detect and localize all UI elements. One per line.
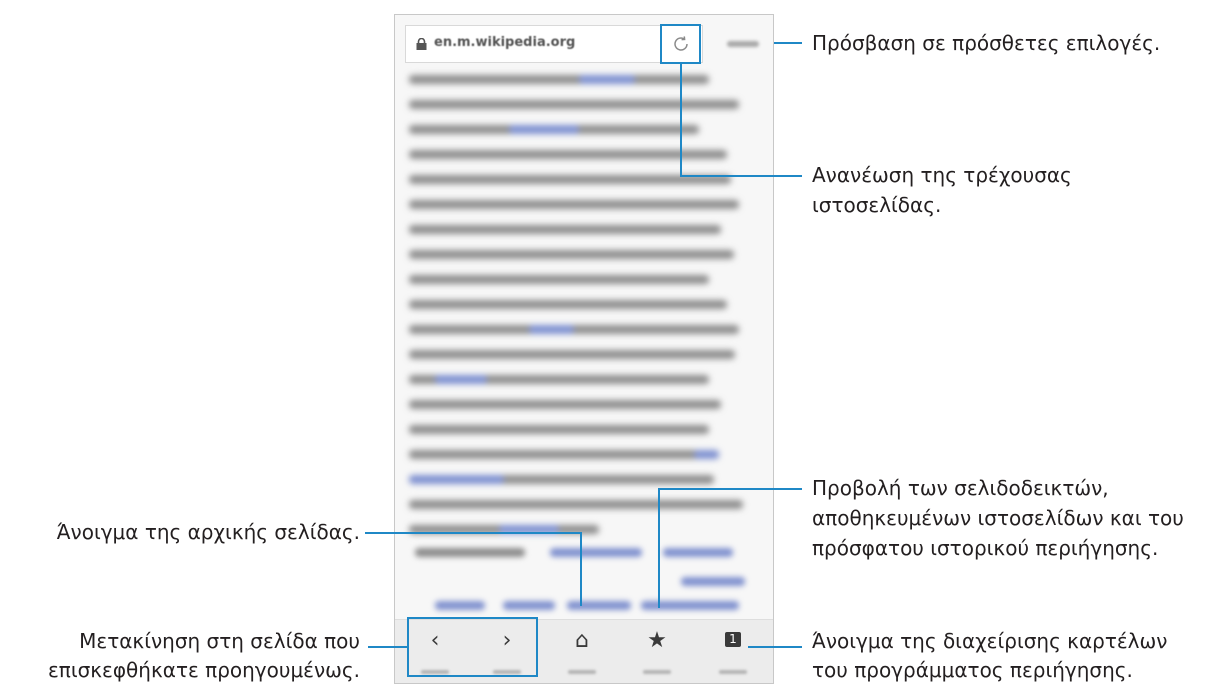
footer-link[interactable] bbox=[435, 601, 485, 610]
url-text: en.m.wikipedia.org bbox=[434, 35, 576, 50]
callout-line bbox=[774, 42, 802, 44]
annotation-bookmarks-line1: Προβολή των σελιδοδεικτών, bbox=[812, 476, 1109, 500]
callout-line bbox=[580, 532, 582, 606]
tabs-caption bbox=[719, 670, 747, 674]
back-forward-highlight bbox=[407, 617, 538, 677]
home-button[interactable]: ⌂ bbox=[552, 620, 612, 683]
footer-link[interactable] bbox=[503, 601, 555, 610]
annotation-more-options: Πρόσβαση σε πρόσθετες επιλογές. bbox=[812, 31, 1161, 55]
footer-link[interactable] bbox=[567, 601, 631, 610]
callout-line bbox=[680, 175, 802, 177]
footer-link[interactable] bbox=[550, 548, 642, 557]
footer-link[interactable] bbox=[641, 601, 739, 610]
annotation-home: Άνοιγμα της αρχικής σελίδας. bbox=[56, 520, 360, 544]
bookmark-icon: ★ bbox=[647, 628, 667, 653]
lock-icon bbox=[416, 38, 427, 50]
address-bar[interactable]: en.m.wikipedia.org bbox=[405, 25, 703, 63]
footer-link[interactable] bbox=[663, 548, 733, 557]
callout-line bbox=[658, 488, 802, 490]
bookmarks-button[interactable]: ★ bbox=[627, 620, 687, 683]
refresh-highlight bbox=[660, 24, 701, 64]
tabs-button[interactable]: 1 bbox=[703, 620, 763, 683]
footer-link[interactable] bbox=[681, 577, 745, 586]
callout-line bbox=[680, 64, 682, 177]
browser-screenshot: en.m.wikipedia.org ‹ › ⌂ ★ 1 bbox=[394, 14, 774, 684]
annotation-bookmarks-line3: πρόσφατου ιστορικού περιήγησης. bbox=[812, 536, 1159, 560]
callout-line bbox=[368, 646, 407, 648]
bookmarks-caption bbox=[643, 670, 671, 674]
home-icon: ⌂ bbox=[575, 628, 589, 653]
annotation-tabs-line2: του προγράμματος περιήγησης. bbox=[812, 658, 1133, 682]
annotation-refresh-line1: Ανανέωση της τρέχουσας bbox=[812, 163, 1072, 187]
annotation-back-line2: επισκεφθήκατε προηγουμένως. bbox=[47, 658, 360, 682]
home-caption bbox=[568, 670, 596, 674]
annotation-bookmarks-line2: αποθηκευμένων ιστοσελίδων και του bbox=[812, 506, 1184, 530]
annotation-refresh-line2: ιστοσελίδας. bbox=[812, 193, 942, 217]
callout-line bbox=[365, 532, 582, 534]
tabs-icon: 1 bbox=[725, 632, 741, 647]
callout-line bbox=[748, 646, 802, 648]
callout-line bbox=[658, 488, 660, 608]
blurred-page-content bbox=[409, 75, 759, 615]
more-options-button[interactable] bbox=[727, 41, 759, 47]
annotation-tabs-line1: Άνοιγμα της διαχείρισης καρτέλων bbox=[812, 629, 1168, 653]
annotation-back-line1: Μετακίνηση στη σελίδα που bbox=[79, 629, 360, 653]
footer-link[interactable] bbox=[415, 548, 525, 557]
